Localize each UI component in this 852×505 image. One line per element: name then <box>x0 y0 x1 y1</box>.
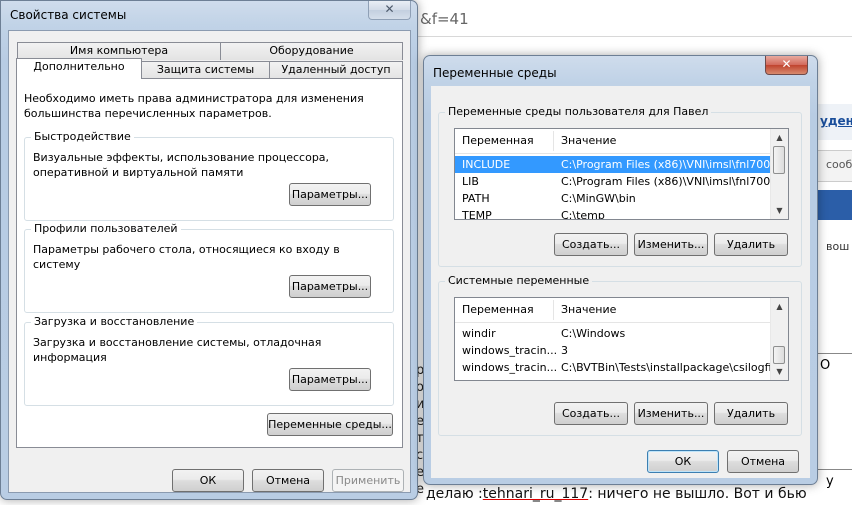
user-create-button[interactable]: Создать... <box>554 233 628 256</box>
variable-name: windir <box>462 327 496 340</box>
list-item[interactable]: TEMP C:\temp <box>455 207 772 220</box>
editor-side-panel <box>813 353 852 470</box>
forum-link[interactable]: уден <box>820 114 852 128</box>
forum-blue-band <box>813 190 852 220</box>
list-item[interactable]: PATH C:\MinGW\bin <box>455 190 772 207</box>
performance-group: Быстродействие Визуальные эффекты, испол… <box>24 130 394 221</box>
user-variables-legend: Переменные среды пользователя для Павел <box>445 105 712 118</box>
performance-settings-button[interactable]: Параметры... <box>289 183 371 206</box>
startup-recovery-legend: Загрузка и восстановление <box>31 315 198 328</box>
system-properties-window: Свойства системы ✕ Имя компьютера Оборуд… <box>0 0 418 500</box>
system-delete-button[interactable]: Удалить <box>714 402 788 425</box>
address-bar[interactable] <box>405 0 852 37</box>
list-item[interactable]: LIB C:\Program Files (x86)\VNI\imsl\fnl70… <box>455 173 785 190</box>
user-edit-button[interactable]: Изменить... <box>634 233 708 256</box>
variable-value: C:\Program Files (x86)\VNI\imsl\fnl700\.… <box>561 158 785 171</box>
column-header-variable[interactable]: Переменная <box>462 134 534 147</box>
tab-remote[interactable]: Удаленный доступ <box>269 61 403 79</box>
column-header-value[interactable]: Значение <box>561 303 616 316</box>
system-variables-legend: Системные переменные <box>445 274 593 287</box>
system-variables-list[interactable]: Переменная Значение windir C:\Windows wind… <box>454 297 789 381</box>
system-variables-group: Системные переменные Переменная Значение… <box>438 274 802 436</box>
scroll-thumb[interactable] <box>773 146 785 174</box>
variable-name: INCLUDE <box>462 158 511 171</box>
apply-button[interactable]: Применить <box>332 469 404 492</box>
cancel-button[interactable]: Отмена <box>727 450 799 473</box>
message-text-line: делаю :tehnari_ru_117: ничего не вышло. … <box>426 486 807 502</box>
scroll-down-icon[interactable]: ▼ <box>771 363 788 380</box>
address-bar-text: &f=41 <box>420 10 469 28</box>
variable-value: C:\temp <box>561 209 605 220</box>
scroll-up-icon[interactable]: ▲ <box>771 298 788 315</box>
ok-button[interactable]: ОК <box>172 469 244 492</box>
user-variables-list[interactable]: Переменная Значение INCLUDE C:\Program Fi… <box>454 128 789 220</box>
close-button[interactable]: ✕ <box>368 1 411 20</box>
window-title: Свойства системы <box>10 8 127 22</box>
startup-recovery-description: Загрузка и восстановление системы, отлад… <box>33 336 322 364</box>
editor-letter: О <box>820 358 831 373</box>
scroll-down-icon[interactable]: ▼ <box>771 202 788 219</box>
tab-page-advanced: Необходимо иметь права администратора дл… <box>16 78 403 448</box>
environment-variables-window: Переменные среды ✕ Переменные среды поль… <box>423 55 818 485</box>
performance-legend: Быстродействие <box>31 130 134 143</box>
variable-value: C:\Windows <box>561 327 626 340</box>
list-header: Переменная Значение <box>455 129 788 154</box>
list-item[interactable]: windir C:\Windows <box>455 325 772 342</box>
forum-side-text: вош <box>826 240 850 253</box>
variable-value: C:\Program Files (x86)\VNI\imsl\fnl700\.… <box>561 175 785 188</box>
forum-notice-text: сооб <box>826 158 852 171</box>
column-header-variable[interactable]: Переменная <box>462 303 534 316</box>
tab-advanced[interactable]: Дополнительно <box>16 58 142 79</box>
variable-name: TEMP <box>462 209 492 220</box>
variable-name: windows_tracin... <box>462 344 558 357</box>
list-item[interactable]: windows_tracin... C:\BVTBin\Tests\install… <box>455 359 788 376</box>
variable-name: LIB <box>462 175 479 188</box>
vertical-scrollbar[interactable]: ▲ ▼ <box>770 298 788 380</box>
column-header-value[interactable]: Значение <box>561 134 616 147</box>
message-text-after: : ничего не вышло. Вот и бью <box>588 486 807 502</box>
window-title: Переменные среды <box>433 66 557 80</box>
tab-system-protection[interactable]: Защита системы <box>141 61 270 79</box>
variable-name: windows_tracin... <box>462 361 558 374</box>
ok-button[interactable]: ОК <box>647 450 719 473</box>
list-item[interactable]: windows_tracin... 3 <box>455 342 772 359</box>
message-text-before: делаю : <box>426 486 483 502</box>
cancel-button[interactable]: Отмена <box>252 469 324 492</box>
variable-value: C:\MinGW\bin <box>561 192 636 205</box>
list-header: Переменная Значение <box>455 298 788 323</box>
system-create-button[interactable]: Создать... <box>554 402 628 425</box>
dialog-client-area: Переменные среды пользователя для Павел … <box>431 86 810 478</box>
environment-variables-button[interactable]: Переменные среды... <box>267 413 393 436</box>
variable-value: C:\BVTBin\Tests\installpackage\csilogfil… <box>561 361 789 374</box>
startup-recovery-settings-button[interactable]: Параметры... <box>289 368 371 391</box>
system-edit-button[interactable]: Изменить... <box>634 402 708 425</box>
scroll-up-icon[interactable]: ▲ <box>771 129 788 146</box>
close-button[interactable]: ✕ <box>765 56 808 75</box>
user-profiles-settings-button[interactable]: Параметры... <box>289 275 371 298</box>
variable-name: PATH <box>462 192 490 205</box>
variable-value: 3 <box>561 344 568 357</box>
user-variables-group: Переменные среды пользователя для Павел … <box>438 105 802 267</box>
dialog-client-area: Имя компьютера Оборудование Дополнительн… <box>8 30 411 493</box>
admin-note: Необходимо иметь права администратора дл… <box>24 92 364 120</box>
user-profiles-group: Профили пользователей Параметры рабочего… <box>24 222 394 313</box>
list-item[interactable]: INCLUDE C:\Program Files (x86)\VNI\imsl\f… <box>455 156 785 173</box>
tab-hardware[interactable]: Оборудование <box>220 42 403 60</box>
editor-letter-bottom: у <box>826 474 834 489</box>
message-text-underlined: tehnari_ru_117 <box>482 486 589 502</box>
vertical-scrollbar[interactable]: ▲ ▼ <box>770 129 788 219</box>
user-profiles-description: Параметры рабочего стола, относящиеся ко… <box>33 243 340 271</box>
user-profiles-legend: Профили пользователей <box>31 222 181 235</box>
scroll-thumb[interactable] <box>773 346 785 364</box>
performance-description: Визуальные эффекты, использование процес… <box>33 151 330 179</box>
user-delete-button[interactable]: Удалить <box>714 233 788 256</box>
startup-recovery-group: Загрузка и восстановление Загрузка и вос… <box>24 315 394 406</box>
